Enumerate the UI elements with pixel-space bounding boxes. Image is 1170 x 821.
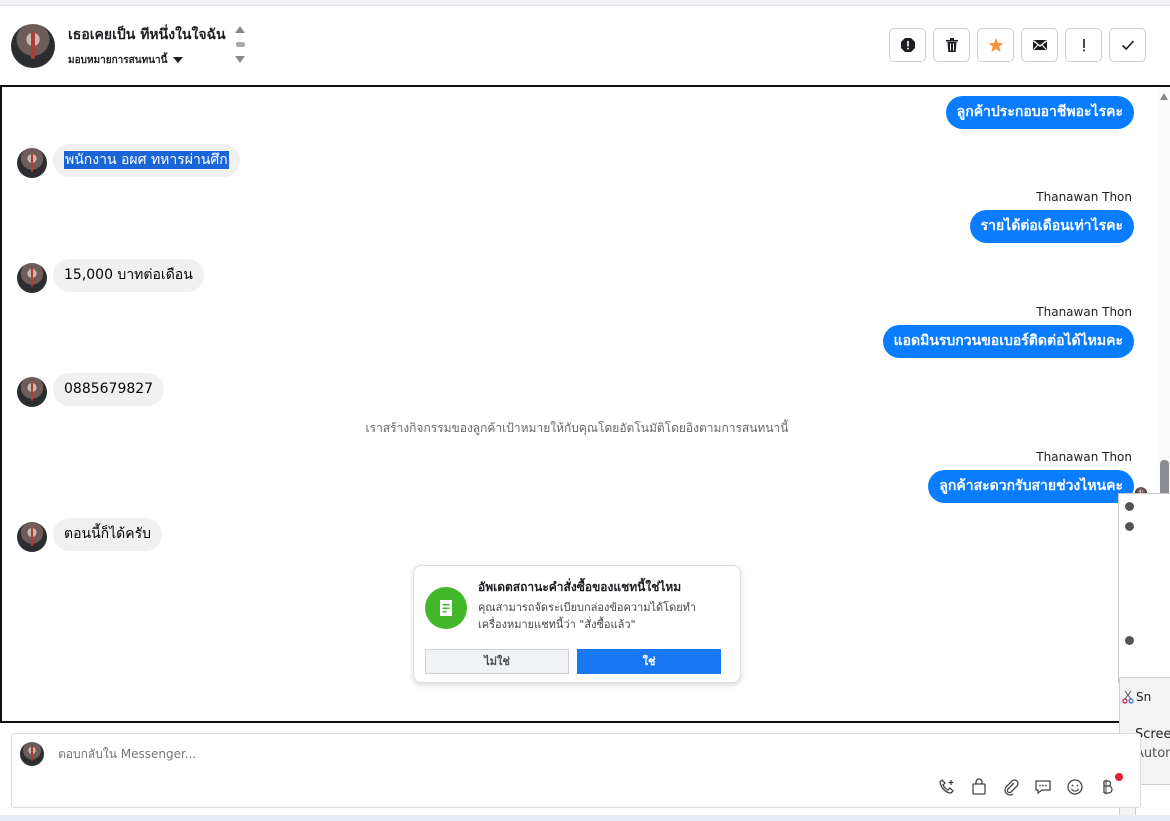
caret-down-icon: [173, 57, 184, 63]
sender-name: Thanawan Thon: [1036, 190, 1132, 204]
conversation-name[interactable]: เธอเคยเป็น ทีหนึ่งในใจฉัน: [68, 24, 226, 46]
contact-avatar: [17, 377, 47, 407]
trash-icon: [945, 38, 958, 52]
incoming-message[interactable]: ตอนนี้ก็ได้ครับ: [53, 518, 163, 551]
conversation-header: เธอเคยเป็น ทีหนึ่งในใจฉัน มอบหมายการสนทน…: [0, 6, 1170, 86]
spam-icon: [900, 38, 915, 52]
star-icon: [988, 38, 1003, 52]
message-thread[interactable]: ลูกค้าประกอบอาชีพอะไรคะ พนักงาน อผศ ทหาร…: [0, 85, 1170, 723]
sender-name: Thanawan Thon: [1036, 450, 1132, 464]
composer-toolbar: [938, 778, 1116, 796]
outgoing-message[interactable]: รายได้ต่อเดือนเท่าไรคะ: [969, 210, 1134, 243]
delete-button[interactable]: [933, 28, 970, 62]
order-status-prompt: อัพเดตสถานะคำสั่งซื้อของแชทนี้ใช่ไหม คุณ…: [413, 565, 741, 683]
incoming-message[interactable]: พนักงาน อผศ ทหารผ่านศึก: [53, 144, 240, 177]
arrow-down-icon[interactable]: [235, 56, 245, 63]
incoming-message[interactable]: 0885679827: [53, 373, 165, 406]
paperclip-icon[interactable]: [1002, 778, 1020, 796]
notification-dot: [1115, 773, 1123, 781]
header-scroll-arrows[interactable]: [235, 26, 247, 66]
follow-up-button[interactable]: [1065, 28, 1102, 62]
scroll-up-arrow-icon[interactable]: [1160, 93, 1168, 100]
reply-composer: [11, 733, 1141, 808]
assign-conversation-dropdown[interactable]: มอบหมายการสนทนานี้: [68, 53, 184, 68]
order-receipt-icon: [425, 587, 467, 629]
mark-done-button[interactable]: [1109, 28, 1146, 62]
thumbnail-avatar-icon: [1125, 636, 1134, 645]
chat-bubble-icon[interactable]: [1034, 778, 1052, 796]
screenshot-thumbnail[interactable]: [1118, 493, 1170, 683]
notification-app-name: Sn: [1136, 690, 1152, 704]
baht-icon[interactable]: [1098, 778, 1116, 796]
contact-avatar: [17, 263, 47, 293]
star-button[interactable]: [977, 28, 1014, 62]
scroll-grip-icon: [236, 42, 245, 47]
page-avatar: [20, 742, 44, 766]
snipping-tool-icon: [1122, 690, 1134, 704]
exclamation-icon: [1082, 39, 1085, 52]
yes-button[interactable]: ใช่: [577, 649, 721, 674]
sender-name: Thanawan Thon: [1036, 305, 1132, 319]
outgoing-message[interactable]: ลูกค้าสะดวกรับสายช่วงไหนคะ: [928, 470, 1134, 503]
contact-avatar: [17, 148, 47, 178]
shopping-bag-icon[interactable]: [970, 778, 988, 796]
mail-icon: [1032, 40, 1047, 50]
thumbnail-avatar-icon: [1125, 522, 1134, 531]
prompt-body: คุณสามารถจัดระเบียบกล่องข้อความได้โดยทำเ…: [478, 601, 697, 631]
header-toolbar: [889, 28, 1146, 62]
outgoing-message[interactable]: ลูกค้าประกอบอาชีพอะไรคะ: [945, 96, 1134, 129]
phone-plus-icon[interactable]: [938, 778, 956, 796]
contact-avatar: [17, 522, 47, 552]
system-message: เราสร้างกิจกรรมของลูกค้าเป้าหมายให้กับคุ…: [365, 421, 789, 435]
incoming-message[interactable]: 15,000 บาทต่อเดือน: [53, 259, 204, 292]
contact-avatar[interactable]: [11, 24, 55, 68]
mark-spam-button[interactable]: [889, 28, 926, 62]
selected-message-text[interactable]: พนักงาน อผศ ทหารผ่านศึก: [64, 151, 229, 169]
outgoing-message[interactable]: แอดมินรบกวนขอเบอร์ติดต่อได้ไหมคะ: [882, 325, 1134, 358]
no-button[interactable]: ไม่ใช่: [425, 649, 569, 674]
window-bottom-edge: [0, 815, 1170, 821]
prompt-title: อัพเดตสถานะคำสั่งซื้อของแชทนี้ใช่ไหม: [478, 580, 682, 594]
reply-input[interactable]: [56, 746, 956, 762]
emoji-icon[interactable]: [1066, 778, 1084, 796]
mark-unread-button[interactable]: [1021, 28, 1058, 62]
assign-label: มอบหมายการสนทนานี้: [68, 55, 168, 66]
arrow-up-icon[interactable]: [235, 26, 245, 33]
thumbnail-avatar-icon: [1125, 502, 1134, 511]
check-icon: [1121, 40, 1134, 51]
